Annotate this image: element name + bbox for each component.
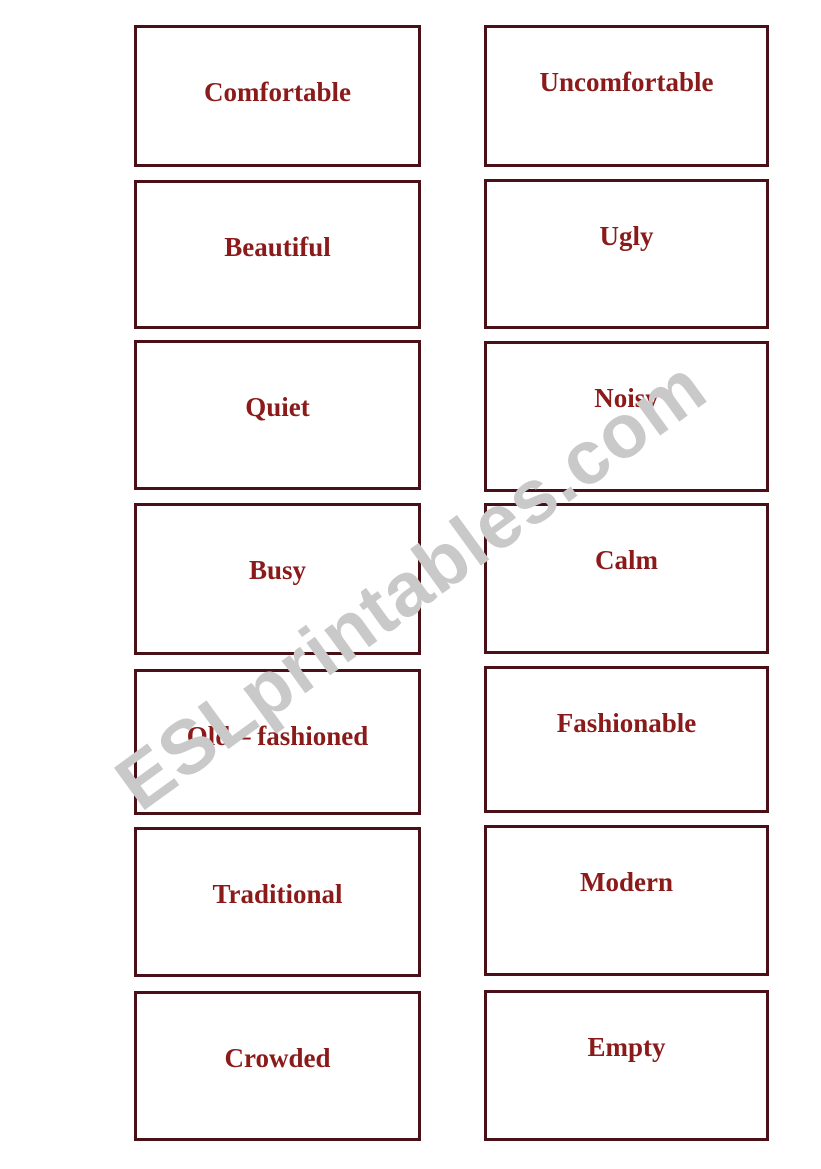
- flashcard-label: Calm: [595, 545, 658, 575]
- flashcard-label: Uncomfortable: [539, 67, 714, 97]
- flashcard-right-1[interactable]: Uncomfortable: [484, 25, 769, 167]
- flashcard-label: Busy: [248, 555, 307, 585]
- flashcard-right-2[interactable]: Ugly: [484, 179, 769, 329]
- flashcard-right-5[interactable]: Fashionable: [484, 666, 769, 813]
- flashcard-right-4[interactable]: Calm: [484, 503, 769, 654]
- flashcard-label: Fashionable: [556, 708, 697, 738]
- flashcard-left-7[interactable]: Crowded: [134, 991, 421, 1141]
- flashcard-left-4[interactable]: Busy: [134, 503, 421, 655]
- flashcard-left-6[interactable]: Traditional: [134, 827, 421, 977]
- flashcard-label: Quiet: [245, 392, 310, 422]
- flashcard-grid: Comfortable Beautiful Quiet Busy Old – f…: [0, 0, 821, 1169]
- flashcard-left-1[interactable]: Comfortable: [134, 25, 421, 167]
- flashcard-label: Noisy: [594, 383, 659, 413]
- flashcard-label: Old – fashioned: [186, 721, 369, 751]
- flashcard-label: Modern: [580, 867, 673, 897]
- flashcard-label: Crowded: [224, 1043, 331, 1073]
- worksheet-page: ESLprintables.com Comfortable Beautiful …: [0, 0, 821, 1169]
- flashcard-label: Comfortable: [204, 77, 351, 107]
- flashcard-right-6[interactable]: Modern: [484, 825, 769, 976]
- flashcard-label: Empty: [587, 1032, 666, 1062]
- flashcard-label: Beautiful: [224, 232, 331, 262]
- flashcard-right-3[interactable]: Noisy: [484, 341, 769, 492]
- flashcard-left-2[interactable]: Beautiful: [134, 180, 421, 329]
- flashcard-left-5[interactable]: Old – fashioned: [134, 669, 421, 815]
- flashcard-right-7[interactable]: Empty: [484, 990, 769, 1141]
- flashcard-label: Traditional: [212, 879, 343, 909]
- flashcard-label: Ugly: [599, 221, 654, 251]
- flashcard-left-3[interactable]: Quiet: [134, 340, 421, 490]
